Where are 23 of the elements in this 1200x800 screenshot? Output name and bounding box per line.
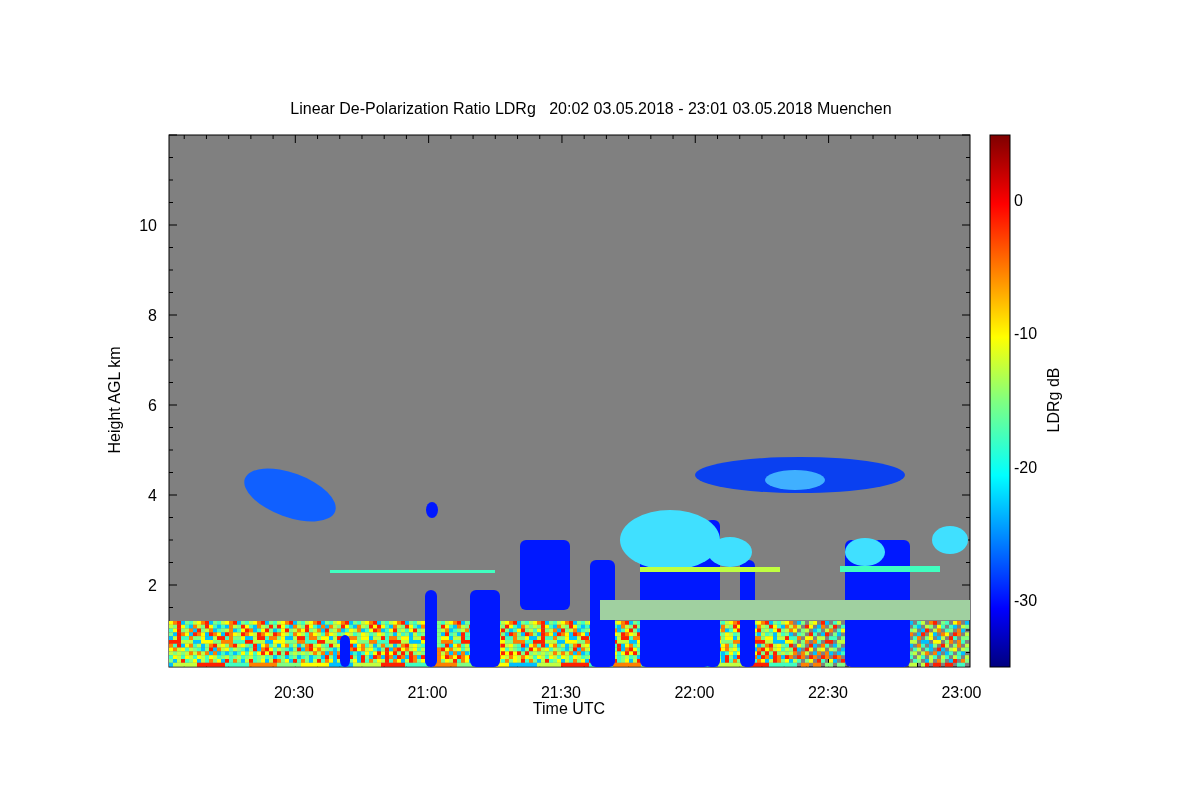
colorbar-tick-label: 0: [1014, 192, 1023, 209]
colorbar-tick-label: -30: [1014, 591, 1038, 609]
cloud-shape: [520, 540, 570, 610]
y-tick-label: 8: [148, 307, 157, 324]
colorbar-tick-label: -10: [1014, 325, 1038, 343]
chart-title: Linear De-Polarization Ratio LDRg 20:02 03.05.2018 - 23:01 03.05.2018 Muenchen: [290, 100, 892, 117]
cloud-shape: [932, 526, 968, 554]
x-tick-label: 21:00: [407, 684, 448, 701]
x-tick-label: 21:30: [541, 684, 581, 701]
x-axis-label: Time UTC: [532, 700, 606, 717]
y-axis-label: Height AGL km: [106, 346, 123, 454]
cloud-shape: [426, 502, 438, 518]
colorbar-tick-label: -20: [1014, 458, 1038, 476]
cloud-shape: [340, 635, 350, 667]
x-tick-label: 22:30: [808, 684, 848, 701]
y-tick-label: 4: [148, 487, 157, 504]
x-tick-label: 20:30: [274, 684, 314, 701]
y-tick-label: 2: [148, 577, 157, 594]
y-tick-label: 6: [148, 397, 157, 414]
x-tick-label: 23:00: [941, 684, 982, 701]
colorbar-label: LDRg dB: [1045, 367, 1062, 433]
x-tick-label: 22:00: [674, 684, 715, 701]
y-tick-label: 10: [139, 217, 157, 234]
